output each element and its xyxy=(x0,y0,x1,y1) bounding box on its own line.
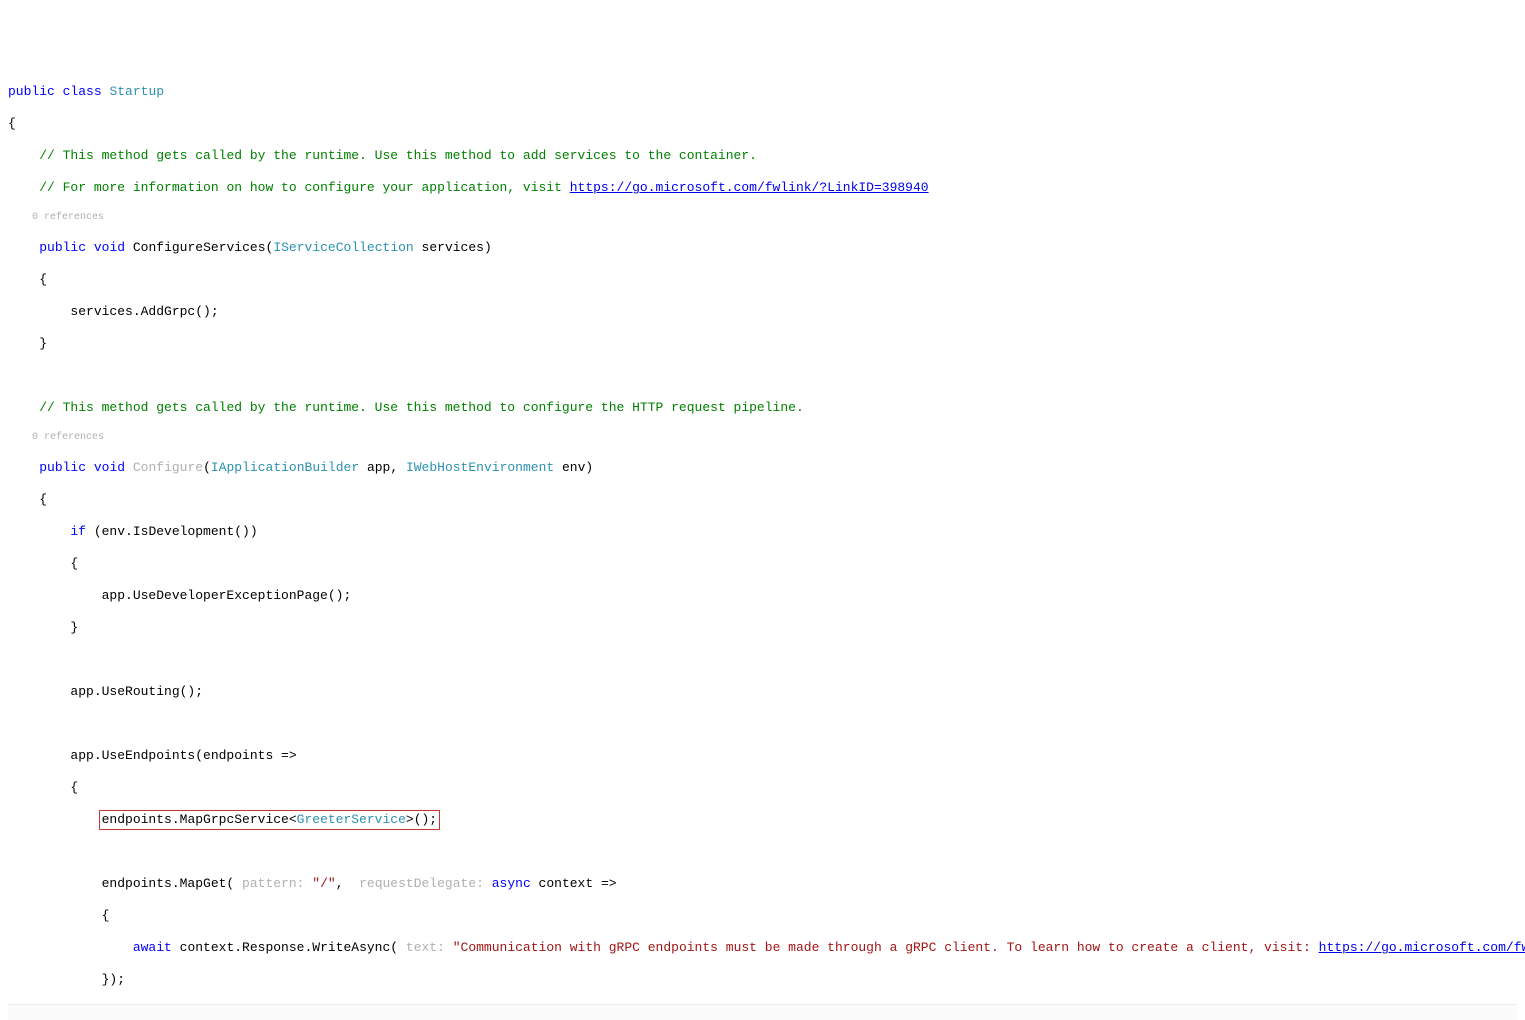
code-line: public void ConfigureServices(IServiceCo… xyxy=(8,240,1517,256)
indent xyxy=(8,432,32,443)
paren: ( xyxy=(203,460,211,475)
comment: // This method gets called by the runtim… xyxy=(39,148,757,163)
code-text: endpoints.MapGrpcService< xyxy=(102,812,297,827)
codelens-annotation[interactable]: 0 references xyxy=(8,432,1517,444)
code-line: public class Startup xyxy=(8,84,1517,100)
comment-link[interactable]: https://go.microsoft.com/fwlink/?LinkID=… xyxy=(570,180,929,195)
param: app, xyxy=(359,460,406,475)
code-line: app.UseDeveloperExceptionPage(); xyxy=(8,588,1517,604)
string-literal: "Communication with gRPC endpoints must … xyxy=(453,940,1319,955)
inline-hint: text: xyxy=(398,940,445,955)
code-line: // For more information on how to config… xyxy=(8,180,1517,196)
indent xyxy=(8,148,39,163)
type-name: IWebHostEnvironment xyxy=(406,460,554,475)
code-line: } xyxy=(8,620,1517,636)
code-line: { xyxy=(8,272,1517,288)
code-line: }); xyxy=(8,972,1517,988)
type-name: IApplicationBuilder xyxy=(211,460,359,475)
keyword: await xyxy=(133,940,172,955)
code-line: // This method gets called by the runtim… xyxy=(8,148,1517,164)
code-line: public void Configure(IApplicationBuilde… xyxy=(8,460,1517,476)
string-link[interactable]: https://go.microsoft.com/fwlink/?linkid=… xyxy=(1319,940,1525,955)
type-name: Startup xyxy=(109,84,164,99)
code-line: if (env.IsDevelopment()) xyxy=(8,524,1517,540)
keyword: void xyxy=(94,460,125,475)
highlighted-code: endpoints.MapGrpcService<GreeterService>… xyxy=(99,810,440,830)
code-text: endpoints.MapGet( xyxy=(8,876,234,891)
param: services) xyxy=(414,240,492,255)
code-text: context => xyxy=(531,876,617,891)
code-text: >(); xyxy=(406,812,437,827)
code-line xyxy=(8,844,1517,860)
code-line: endpoints.MapGrpcService<GreeterService>… xyxy=(8,812,1517,828)
code-line xyxy=(8,652,1517,668)
code-editor[interactable]: public class Startup { // This method ge… xyxy=(0,64,1525,1020)
indent xyxy=(8,400,39,415)
string-literal: "/" xyxy=(312,876,335,891)
code-line: app.UseRouting(); xyxy=(8,684,1517,700)
code-line: endpoints.MapGet( pattern: "/", requestD… xyxy=(8,876,1517,892)
type-name: GreeterService xyxy=(297,812,406,827)
indent xyxy=(8,240,39,255)
reference-count: 0 references xyxy=(32,212,104,223)
type-name: IServiceCollection xyxy=(273,240,413,255)
sep: , xyxy=(336,876,352,891)
code-line: await context.Response.WriteAsync( text:… xyxy=(8,940,1517,956)
code-line xyxy=(8,716,1517,732)
code-line: services.AddGrpc(); xyxy=(8,304,1517,320)
comment: // For more information on how to config… xyxy=(39,180,570,195)
keyword: public xyxy=(39,240,86,255)
indent xyxy=(8,460,39,475)
codelens-annotation[interactable]: 0 references xyxy=(8,212,1517,224)
method-name: Configure xyxy=(133,460,203,475)
keyword: public xyxy=(8,84,55,99)
keyword: public xyxy=(39,460,86,475)
param: env) xyxy=(554,460,593,475)
keyword: async xyxy=(492,876,531,891)
method-name: ConfigureServices xyxy=(133,240,266,255)
collapse-region: }); xyxy=(8,1004,1517,1020)
indent xyxy=(8,812,102,827)
keyword: void xyxy=(94,240,125,255)
code-line: { xyxy=(8,116,1517,132)
indent xyxy=(8,212,32,223)
code-line: } xyxy=(8,336,1517,352)
code-line: { xyxy=(8,556,1517,572)
comment: // This method gets called by the runtim… xyxy=(39,400,804,415)
code-line: { xyxy=(8,492,1517,508)
keyword: class xyxy=(63,84,102,99)
inline-hint: pattern: xyxy=(234,876,304,891)
indent xyxy=(8,180,39,195)
code-line xyxy=(8,368,1517,384)
code-line: { xyxy=(8,908,1517,924)
reference-count: 0 references xyxy=(32,432,104,443)
code-line: // This method gets called by the runtim… xyxy=(8,400,1517,416)
keyword: if xyxy=(70,524,86,539)
inline-hint: requestDelegate: xyxy=(351,876,484,891)
code-line: app.UseEndpoints(endpoints => xyxy=(8,748,1517,764)
code-line: { xyxy=(8,780,1517,796)
